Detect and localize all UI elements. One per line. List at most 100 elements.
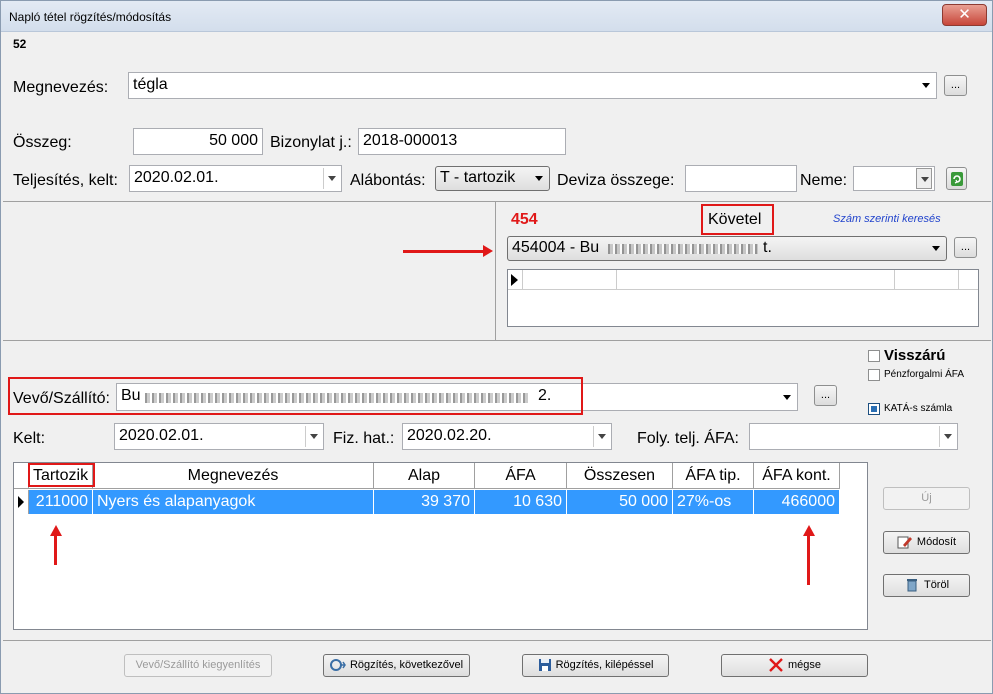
refresh-button[interactable] (946, 167, 967, 190)
chevron-down-icon[interactable] (939, 426, 955, 447)
megnevezes-lookup-button[interactable]: ... (944, 75, 967, 96)
column-header[interactable]: Összesen (567, 463, 673, 489)
save-exit-button[interactable]: Rögzítés, kilépéssel (522, 654, 669, 677)
neme-select[interactable] (853, 166, 935, 191)
deviza-input[interactable] (685, 165, 797, 192)
foly-label: Foly. telj. ÁFA: (637, 430, 739, 447)
table-cell[interactable]: 39 370 (374, 490, 475, 514)
column-header[interactable]: ÁFA (475, 463, 567, 489)
column-header[interactable]: ÁFA tip. (673, 463, 754, 489)
chevron-down-icon (916, 168, 932, 189)
fizhat-label: Fiz. hat.: (333, 430, 395, 447)
kata-label: KATÁ-s számla (884, 403, 953, 414)
cancel-button[interactable]: mégse (721, 654, 868, 677)
account-lookup-button[interactable]: ... (954, 237, 977, 258)
annotation-box (701, 204, 774, 235)
account-select[interactable]: 454004 - Bu t. (507, 236, 947, 261)
table-cell[interactable]: 466000 (754, 490, 840, 514)
new-button[interactable]: Új (883, 487, 970, 510)
table-row-indicator (14, 490, 29, 514)
bizonylat-input[interactable]: 2018-000013 (358, 128, 566, 155)
calendar-dropdown-icon[interactable] (593, 426, 609, 447)
fizhat-date-picker[interactable]: 2020.02.20. (402, 423, 612, 450)
row-indicator-icon (511, 274, 518, 286)
save-exit-label: Rögzítés, kilépéssel (555, 659, 654, 671)
close-button[interactable]: ✕ (942, 4, 987, 26)
record-number: 52 (13, 37, 27, 51)
annotation-arrow-head (803, 525, 815, 536)
teljesites-label: Teljesítés, kelt: (13, 172, 118, 189)
table-cell[interactable]: 27%-os (673, 490, 754, 514)
chevron-down-icon (535, 176, 543, 181)
foly-select[interactable] (749, 423, 958, 450)
row-indicator-icon (18, 496, 24, 508)
calendar-dropdown-icon[interactable] (305, 426, 321, 447)
vevo-lookup-button[interactable]: ... (814, 385, 837, 406)
floppy-disk-icon (538, 659, 551, 672)
chevron-down-icon (783, 395, 791, 400)
chevron-down-icon (922, 83, 930, 88)
annotation-arrow (54, 535, 57, 565)
search-by-number-link[interactable]: Szám szerinti keresés (833, 213, 941, 225)
table-cell[interactable]: 50 000 (567, 490, 673, 514)
visszaru-label: Visszárú (884, 347, 946, 364)
modify-label: Módosít (916, 536, 957, 548)
kelt-date-picker[interactable]: 2020.02.01. (114, 423, 324, 450)
osszeg-input[interactable]: 50 000 (133, 128, 263, 155)
annotation-arrow-head (50, 525, 62, 536)
entries-table[interactable]: Tartozik Megnevezés Alap ÁFA Összesen ÁF… (13, 462, 868, 630)
table-cell[interactable]: 211000 (29, 490, 93, 514)
account-number: 454 (511, 211, 538, 228)
kelt-label: Kelt: (13, 430, 46, 447)
edit-icon (897, 536, 912, 549)
table-cell[interactable]: Nyers és alapanyagok (93, 490, 374, 514)
table-cell[interactable]: 10 630 (475, 490, 567, 514)
alabontas-label: Alábontás: (350, 172, 426, 189)
save-next-icon (329, 659, 346, 672)
teljesites-value: 2020.02.01. (134, 169, 219, 186)
refresh-icon (950, 172, 963, 186)
account-select-suffix: t. (763, 239, 772, 256)
section-divider (495, 202, 496, 340)
teljesites-date-picker[interactable]: 2020.02.01. (129, 165, 342, 192)
calendar-dropdown-icon[interactable] (323, 168, 339, 189)
annotation-arrow (403, 250, 485, 253)
neme-label: Neme: (800, 172, 848, 189)
annotation-arrow (807, 535, 810, 585)
cancel-label: mégse (787, 659, 822, 671)
annotation-box (28, 463, 95, 487)
visszaru-checkbox[interactable] (868, 350, 880, 362)
megnevezes-value: tégla (133, 76, 168, 93)
settle-button[interactable]: Vevő/Szállító kiegyenlítés (124, 654, 272, 677)
column-header[interactable]: Alap (374, 463, 475, 489)
column-header[interactable]: ÁFA kont. (754, 463, 840, 489)
section-divider (3, 640, 991, 641)
alabontas-value: T - tartozik (440, 169, 516, 186)
column-header[interactable]: Megnevezés (93, 463, 374, 489)
save-next-button[interactable]: Rögzítés, következővel (323, 654, 470, 677)
fizhat-value: 2020.02.20. (407, 427, 492, 444)
title-bar: Napló tétel rögzítés/módosítás ✕ (1, 1, 992, 32)
delete-label: Töröl (923, 579, 950, 591)
delete-button[interactable]: Töröl (883, 574, 970, 597)
kelt-value: 2020.02.01. (119, 427, 204, 444)
trash-icon (906, 579, 917, 592)
penzforgalmi-checkbox[interactable] (868, 369, 880, 381)
alabontas-select[interactable]: T - tartozik (435, 166, 550, 191)
account-detail-grid (507, 269, 979, 327)
section-divider (3, 340, 991, 341)
annotation-box (8, 377, 583, 415)
megnevezes-combo[interactable]: tégla (128, 72, 937, 99)
kata-checkbox[interactable] (868, 403, 880, 415)
osszeg-label: Összeg: (13, 134, 72, 151)
window-title: Napló tétel rögzítés/módosítás (9, 10, 172, 24)
close-icon (769, 658, 783, 672)
modify-button[interactable]: Módosít (883, 531, 970, 554)
annotation-arrow-head (483, 245, 493, 257)
megnevezes-label: Megnevezés: (13, 79, 109, 96)
chevron-down-icon (932, 246, 940, 251)
penzforgalmi-label: Pénzforgalmi ÁFA (884, 369, 965, 380)
account-select-prefix: 454004 - Bu (512, 239, 600, 256)
redacted-text (608, 244, 758, 254)
section-divider (3, 201, 991, 202)
